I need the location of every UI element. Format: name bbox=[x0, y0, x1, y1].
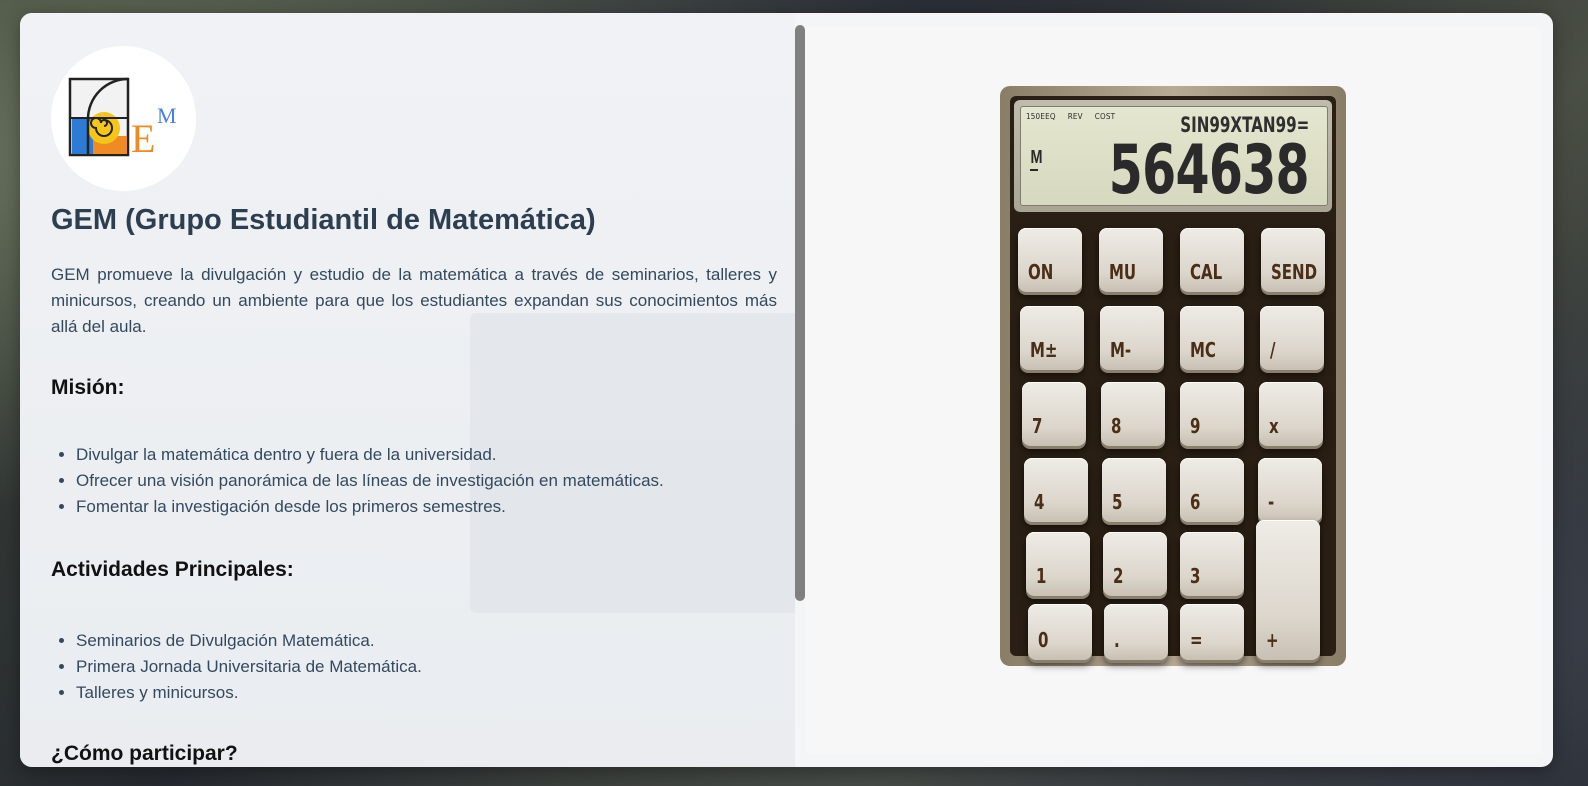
calc-key-send: SEND bbox=[1261, 228, 1325, 292]
activities-heading: Actividades Principales: bbox=[51, 557, 294, 581]
calc-key-m-plus-minus: M± bbox=[1020, 306, 1084, 370]
page-title: GEM (Grupo Estudiantil de Matemática) bbox=[51, 204, 596, 236]
scrollbar[interactable] bbox=[795, 25, 805, 601]
calc-key-8: 8 bbox=[1101, 382, 1165, 446]
calc-key-6: 6 bbox=[1180, 458, 1244, 522]
calc-key-cal: CAL bbox=[1180, 228, 1244, 292]
activities-list: Seminarios de Divulgación Matemática. Pr… bbox=[51, 628, 777, 706]
org-description: GEM promueve la divulgación y estudio de… bbox=[51, 264, 777, 336]
calc-key-decimal: . bbox=[1104, 604, 1168, 660]
calc-key-add: + bbox=[1256, 520, 1320, 660]
svg-text:M: M bbox=[157, 103, 177, 128]
display-flag: COST bbox=[1094, 112, 1116, 121]
list-item: Divulgar la matemática dentro y fuera de… bbox=[76, 442, 777, 468]
calc-key-mc: MC bbox=[1180, 306, 1244, 370]
calc-key-subtract: - bbox=[1258, 458, 1322, 522]
list-item: Ofrecer una visión panorámica de las lín… bbox=[76, 468, 777, 494]
list-item: Talleres y minicursos. bbox=[76, 680, 777, 706]
list-item: Primera Jornada Universitaria de Matemát… bbox=[76, 654, 777, 680]
mission-list: Divulgar la matemática dentro y fuera de… bbox=[51, 442, 777, 520]
display-flags: 150EEQ REV COST bbox=[1026, 112, 1127, 121]
info-panel[interactable]: E M GEM (Grupo Estudiantil de Matemática… bbox=[20, 13, 795, 767]
golden-spiral-icon: E M bbox=[68, 77, 177, 161]
calculator-panel: 150EEQ REV COST SIN99XTAN99= M 564638 ON M… bbox=[805, 26, 1541, 754]
participate-heading: ¿Cómo participar? bbox=[51, 741, 238, 765]
calc-key-on: ON bbox=[1018, 228, 1082, 292]
calculator-display: 150EEQ REV COST SIN99XTAN99= M 564638 bbox=[1014, 100, 1332, 212]
content-card: E M GEM (Grupo Estudiantil de Matemática… bbox=[20, 13, 1553, 767]
calc-key-4: 4 bbox=[1024, 458, 1088, 522]
list-item: Seminarios de Divulgación Matemática. bbox=[76, 628, 777, 654]
display-flag: 150EEQ bbox=[1026, 112, 1056, 121]
calc-key-2: 2 bbox=[1103, 532, 1167, 596]
calc-key-multiply: x bbox=[1259, 382, 1323, 446]
calc-key-equals: = bbox=[1180, 604, 1244, 660]
calc-key-mu: MU bbox=[1099, 228, 1163, 292]
calc-key-divide: / bbox=[1260, 306, 1324, 370]
calc-key-m-minus: M- bbox=[1100, 306, 1164, 370]
gem-logo: E M bbox=[51, 46, 196, 191]
calc-key-1: 1 bbox=[1026, 532, 1090, 596]
calc-key-7: 7 bbox=[1022, 382, 1086, 446]
memory-indicator: M bbox=[1030, 147, 1043, 167]
display-flag: REV bbox=[1067, 112, 1083, 121]
mission-heading: Misión: bbox=[51, 375, 125, 399]
calc-key-5: 5 bbox=[1102, 458, 1166, 522]
list-item: Fomentar la investigación desde los prim… bbox=[76, 494, 777, 520]
calculator-image: 150EEQ REV COST SIN99XTAN99= M 564638 ON M… bbox=[1000, 86, 1346, 666]
svg-text:E: E bbox=[131, 116, 155, 161]
calc-key-0: 0 bbox=[1028, 604, 1092, 660]
calc-key-9: 9 bbox=[1180, 382, 1244, 446]
calc-key-3: 3 bbox=[1180, 532, 1244, 596]
display-value: 564638 bbox=[1108, 131, 1310, 210]
